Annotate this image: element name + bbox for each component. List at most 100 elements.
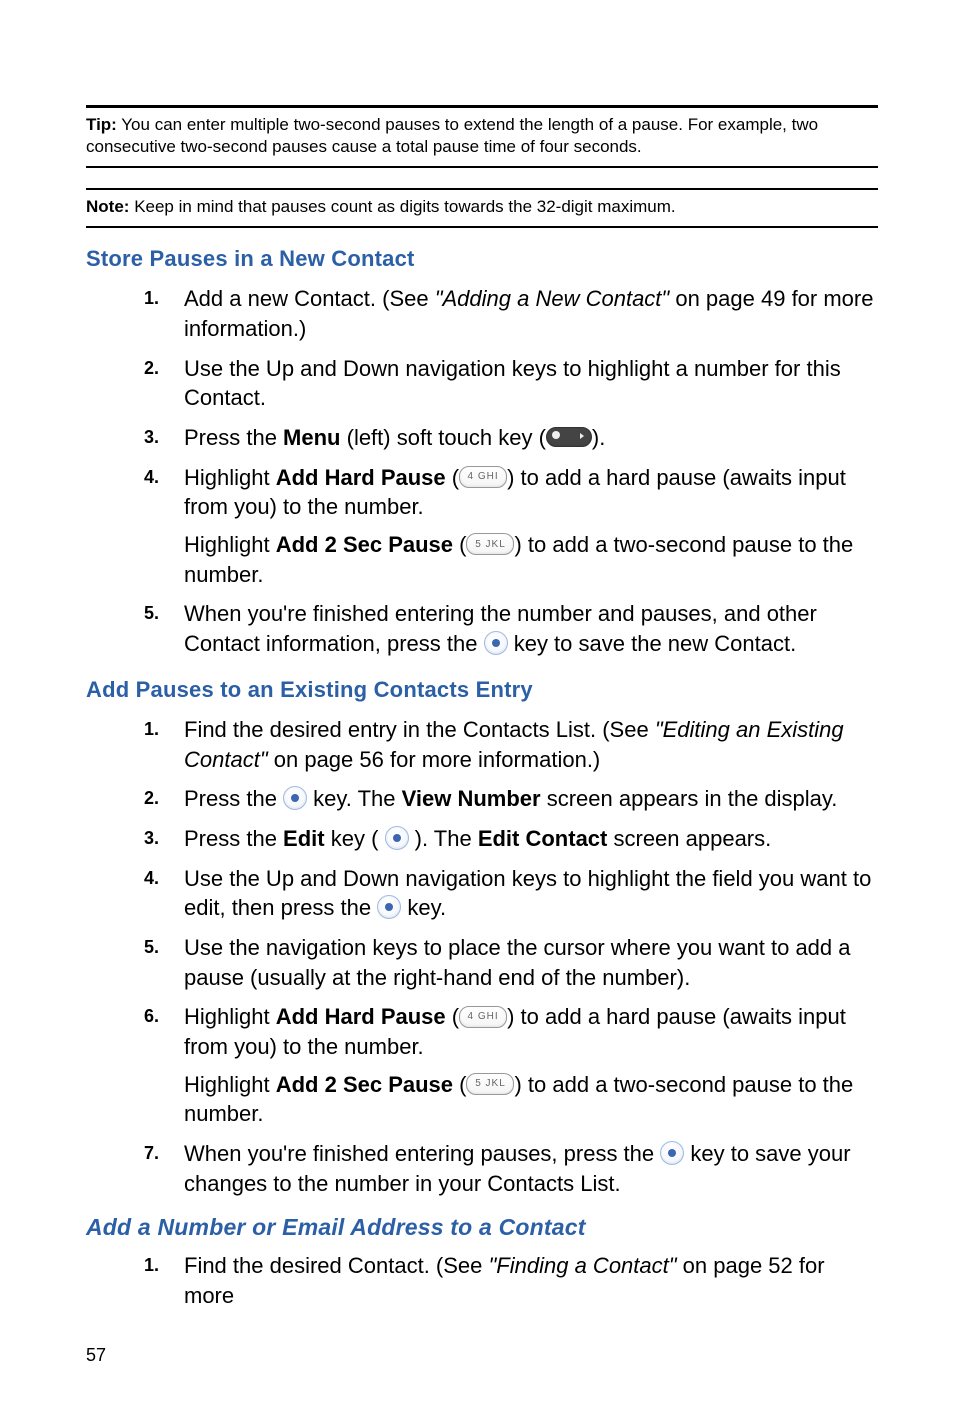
- ok-key-icon: [283, 786, 307, 810]
- step-number: 6.: [144, 1002, 184, 1027]
- text: screen appears in the display.: [541, 786, 838, 811]
- step-item: 1. Find the desired entry in the Contact…: [144, 715, 878, 774]
- note-label: Note:: [86, 197, 129, 216]
- text: Highlight: [184, 1004, 276, 1029]
- step-body: Use the navigation keys to place the cur…: [184, 933, 878, 992]
- ok-key-icon: [385, 826, 409, 850]
- ok-key-icon: [377, 895, 401, 919]
- tip-label: Tip:: [86, 115, 117, 134]
- page-number: 57: [86, 1345, 878, 1366]
- text: (: [453, 1072, 466, 1097]
- step-number: 1.: [144, 284, 184, 309]
- step-number: 5.: [144, 933, 184, 958]
- text: Highlight: [184, 465, 276, 490]
- key-5-icon: 5 JKL: [466, 1073, 514, 1095]
- text: on page 56 for more information.): [268, 747, 601, 772]
- step-number: 3.: [144, 824, 184, 849]
- step-number: 1.: [144, 715, 184, 740]
- sub-paragraph: Highlight Add 2 Sec Pause (5 JKL) to add…: [184, 530, 878, 589]
- steps-list: 1. Find the desired entry in the Contact…: [144, 715, 878, 1199]
- sub-paragraph: Highlight Add 2 Sec Pause (5 JKL) to add…: [184, 1070, 878, 1129]
- step-body: When you're finished entering pauses, pr…: [184, 1139, 878, 1198]
- step-number: 2.: [144, 354, 184, 379]
- step-item: 3. Press the Edit key ( ). The Edit Cont…: [144, 824, 878, 854]
- step-body: Use the Up and Down navigation keys to h…: [184, 354, 878, 413]
- spacer: [86, 168, 878, 188]
- reference-link: "Adding a New Contact": [435, 286, 670, 311]
- section-heading-add-pauses-existing: Add Pauses to an Existing Contacts Entry: [86, 677, 878, 703]
- subsection-heading-add-number-email: Add a Number or Email Address to a Conta…: [86, 1214, 878, 1241]
- text: key (: [325, 826, 385, 851]
- menu-label: Menu: [283, 425, 340, 450]
- step-number: 4.: [144, 463, 184, 488]
- text: (: [446, 1004, 459, 1029]
- step-item: 1. Add a new Contact. (See "Adding a New…: [144, 284, 878, 343]
- text: Press the: [184, 425, 283, 450]
- step-body: Press the Menu (left) soft touch key ().: [184, 423, 878, 453]
- step-body: Press the key. The View Number screen ap…: [184, 784, 878, 814]
- tip-text: You can enter multiple two-second pauses…: [86, 115, 818, 156]
- text: (left) soft touch key (: [341, 425, 546, 450]
- step-item: 1. Find the desired Contact. (See "Findi…: [144, 1251, 878, 1310]
- edit-contact-label: Edit Contact: [478, 826, 608, 851]
- text: key.: [401, 895, 446, 920]
- text: key. The: [307, 786, 402, 811]
- text: (: [446, 465, 459, 490]
- text: ). The: [409, 826, 478, 851]
- softkey-icon: [546, 427, 592, 447]
- step-item: 4. Use the Up and Down navigation keys t…: [144, 864, 878, 923]
- step-body: Use the Up and Down navigation keys to h…: [184, 864, 878, 923]
- note-callout: Note: Keep in mind that pauses count as …: [86, 190, 878, 226]
- step-number: 2.: [144, 784, 184, 809]
- step-item: 6. Highlight Add Hard Pause (4 GHI) to a…: [144, 1002, 878, 1129]
- step-body: When you're finished entering the number…: [184, 599, 878, 658]
- text: Press the: [184, 786, 283, 811]
- text: Highlight: [184, 532, 276, 557]
- text: screen appears.: [607, 826, 771, 851]
- step-body: Press the Edit key ( ). The Edit Contact…: [184, 824, 878, 854]
- text: Find the desired entry in the Contacts L…: [184, 717, 655, 742]
- steps-list: 1. Add a new Contact. (See "Adding a New…: [144, 284, 878, 659]
- add-hard-pause-label: Add Hard Pause: [276, 1004, 446, 1029]
- text: Add a new Contact. (See: [184, 286, 435, 311]
- text: Press the: [184, 826, 283, 851]
- step-number: 3.: [144, 423, 184, 448]
- step-number: 4.: [144, 864, 184, 889]
- text: Find the desired Contact. (See: [184, 1253, 489, 1278]
- step-item: 3. Press the Menu (left) soft touch key …: [144, 423, 878, 453]
- step-body: Find the desired entry in the Contacts L…: [184, 715, 878, 774]
- text: When you're finished entering pauses, pr…: [184, 1141, 660, 1166]
- step-body: Find the desired Contact. (See "Finding …: [184, 1251, 878, 1310]
- add-hard-pause-label: Add Hard Pause: [276, 465, 446, 490]
- step-number: 7.: [144, 1139, 184, 1164]
- step-item: 2. Use the Up and Down navigation keys t…: [144, 354, 878, 413]
- reference-link: "Finding a Contact": [489, 1253, 677, 1278]
- rule: [86, 226, 878, 228]
- text: Use the Up and Down navigation keys to h…: [184, 866, 871, 921]
- ok-key-icon: [484, 631, 508, 655]
- step-body: Highlight Add Hard Pause (4 GHI) to add …: [184, 1002, 878, 1129]
- step-number: 5.: [144, 599, 184, 624]
- key-4-icon: 4 GHI: [459, 466, 507, 488]
- text: ).: [592, 425, 605, 450]
- step-item: 4. Highlight Add Hard Pause (4 GHI) to a…: [144, 463, 878, 590]
- steps-list: 1. Find the desired Contact. (See "Findi…: [144, 1251, 878, 1310]
- step-item: 2. Press the key. The View Number screen…: [144, 784, 878, 814]
- text: Highlight: [184, 1072, 276, 1097]
- step-number: 1.: [144, 1251, 184, 1276]
- ok-key-icon: [660, 1141, 684, 1165]
- note-text: Keep in mind that pauses count as digits…: [134, 197, 675, 216]
- tip-callout: Tip: You can enter multiple two-second p…: [86, 108, 878, 166]
- add-2sec-pause-label: Add 2 Sec Pause: [276, 1072, 453, 1097]
- edit-label: Edit: [283, 826, 325, 851]
- step-body: Highlight Add Hard Pause (4 GHI) to add …: [184, 463, 878, 590]
- view-number-label: View Number: [402, 786, 541, 811]
- step-item: 5. When you're finished entering the num…: [144, 599, 878, 658]
- text: key to save the new Contact.: [508, 631, 797, 656]
- step-body: Add a new Contact. (See "Adding a New Co…: [184, 284, 878, 343]
- key-5-icon: 5 JKL: [466, 533, 514, 555]
- section-heading-store-pauses: Store Pauses in a New Contact: [86, 246, 878, 272]
- add-2sec-pause-label: Add 2 Sec Pause: [276, 532, 453, 557]
- text: (: [453, 532, 466, 557]
- step-item: 7. When you're finished entering pauses,…: [144, 1139, 878, 1198]
